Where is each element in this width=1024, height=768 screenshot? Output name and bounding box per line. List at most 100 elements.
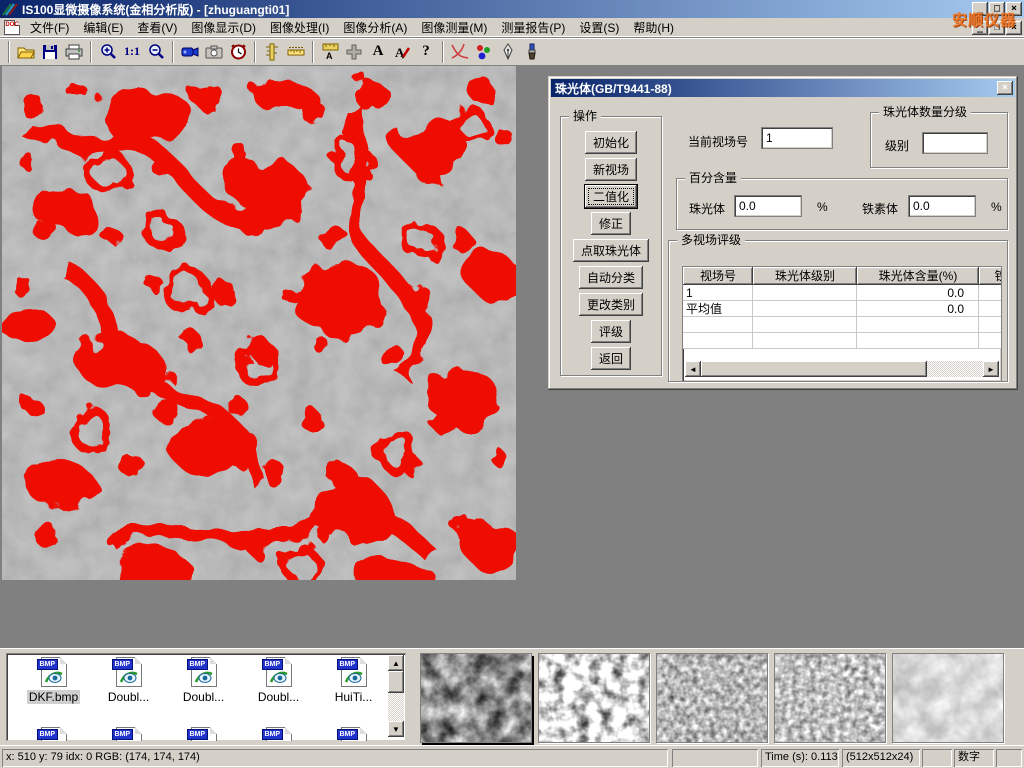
- grid-button[interactable]: [342, 40, 366, 64]
- thumbnail-image[interactable]: [538, 653, 650, 743]
- print-button[interactable]: [62, 40, 86, 64]
- printer-icon: [65, 44, 83, 60]
- rate-button[interactable]: 评级: [591, 320, 631, 343]
- status-empty-3: [996, 749, 1022, 767]
- menu-edit[interactable]: 编辑(E): [76, 17, 130, 38]
- open-file-button[interactable]: [14, 40, 38, 64]
- menu-view[interactable]: 查看(V): [130, 17, 184, 38]
- zoom-in-button[interactable]: [96, 40, 120, 64]
- menu-report[interactable]: 测量报告(P): [494, 17, 572, 38]
- table-row[interactable]: 1 0.0: [683, 285, 1001, 301]
- video-capture-button[interactable]: [178, 40, 202, 64]
- scroll-down-button[interactable]: ▼: [388, 721, 404, 737]
- ferrite-percent-input[interactable]: [909, 196, 975, 216]
- file-vscrollbar[interactable]: ▲ ▼: [388, 655, 404, 737]
- child-minimize-button[interactable]: _: [972, 21, 988, 35]
- vscroll-thumb[interactable]: [388, 671, 404, 693]
- dialog-close-button[interactable]: ×: [997, 81, 1013, 95]
- scroll-right-button[interactable]: ►: [983, 361, 999, 377]
- current-field-input[interactable]: [762, 128, 832, 148]
- help-button[interactable]: ?: [414, 40, 438, 64]
- thumbnail-image[interactable]: [892, 653, 1004, 743]
- file-item[interactable]: BMP Doubl...: [241, 657, 316, 704]
- metallographic-image[interactable]: [2, 66, 516, 580]
- dialog-titlebar[interactable]: 珠光体(GB/T9441-88) ×: [551, 79, 1015, 97]
- new-field-button[interactable]: 新视场: [585, 158, 637, 181]
- hscroll-track[interactable]: [927, 361, 983, 377]
- file-item[interactable]: BMP: [166, 727, 241, 741]
- point-classify-button[interactable]: [472, 40, 496, 64]
- zoom-in-icon: [100, 43, 117, 60]
- measure-text-button[interactable]: A: [318, 40, 342, 64]
- file-item[interactable]: BMP: [91, 727, 166, 741]
- init-button[interactable]: 初始化: [585, 131, 637, 154]
- floppy-icon: [42, 44, 58, 60]
- col-ferrite-content: 铁素体含量(%): [979, 267, 1001, 285]
- binarize-button[interactable]: 二值化: [585, 185, 637, 208]
- close-button[interactable]: ×: [1006, 2, 1022, 16]
- save-button[interactable]: [38, 40, 62, 64]
- bmp-file-icon: BMP: [262, 657, 296, 689]
- menu-file[interactable]: 文件(F): [23, 17, 76, 38]
- status-image-size: (512x512x24): [842, 749, 920, 767]
- menubar: DOC 文件(F) 编辑(E) 查看(V) 图像显示(D) 图像处理(I) 图像…: [0, 18, 1024, 38]
- menu-image-analysis[interactable]: 图像分析(A): [336, 17, 414, 38]
- timer-button[interactable]: [226, 40, 250, 64]
- titlebar: IS100显微摄像系统(金相分析版) - [zhuguangti01] _ □ …: [0, 0, 1024, 18]
- pick-pearlite-button[interactable]: 点取珠光体: [573, 239, 649, 262]
- table-row[interactable]: [683, 317, 1001, 333]
- table-row[interactable]: 平均值 0.0: [683, 301, 1001, 317]
- file-item[interactable]: BMP Doubl...: [166, 657, 241, 704]
- table-hscrollbar[interactable]: ◄ ►: [685, 361, 999, 377]
- file-item[interactable]: BMP DKF.bmp: [16, 657, 91, 704]
- file-item[interactable]: BMP HuiTi...: [316, 657, 391, 704]
- maximize-button[interactable]: □: [989, 2, 1005, 16]
- text-button[interactable]: A: [366, 40, 390, 64]
- bmp-file-icon: BMP: [112, 657, 146, 689]
- col-field-no: 视场号: [683, 267, 753, 285]
- change-class-button[interactable]: 更改类别: [579, 293, 643, 316]
- annotate-button[interactable]: A: [390, 40, 414, 64]
- menu-image-display[interactable]: 图像显示(D): [184, 17, 263, 38]
- zoom-out-button[interactable]: [144, 40, 168, 64]
- table-row[interactable]: [683, 333, 1001, 349]
- document-icon[interactable]: DOC: [4, 20, 20, 35]
- thumbnail-image[interactable]: [774, 653, 886, 743]
- return-button[interactable]: 返回: [591, 347, 631, 370]
- level-label: 级别: [885, 137, 909, 154]
- scroll-up-button[interactable]: ▲: [388, 655, 404, 671]
- actual-size-button[interactable]: 1:1: [120, 40, 144, 64]
- menu-help[interactable]: 帮助(H): [626, 17, 681, 38]
- correct-button[interactable]: 修正: [591, 212, 631, 235]
- caliper-button[interactable]: [260, 40, 284, 64]
- col-pearlite-content: 珠光体含量(%): [857, 267, 979, 285]
- brush-icon: [525, 43, 539, 60]
- statusbar: x: 510 y: 79 idx: 0 RGB: (174, 174, 174)…: [0, 745, 1024, 768]
- brush-tool-button[interactable]: [520, 40, 544, 64]
- camera-icon: [205, 45, 223, 59]
- status-position: x: 510 y: 79 idx: 0 RGB: (174, 174, 174): [2, 749, 668, 767]
- auto-classify-button[interactable]: 自动分类: [579, 266, 643, 289]
- menu-image-measure[interactable]: 图像测量(M): [414, 17, 494, 38]
- file-item[interactable]: BMP: [16, 727, 91, 741]
- file-item[interactable]: BMP: [241, 727, 316, 741]
- menu-image-process[interactable]: 图像处理(I): [263, 17, 336, 38]
- ruler-button[interactable]: [284, 40, 308, 64]
- hscroll-thumb[interactable]: [701, 361, 927, 377]
- scroll-left-button[interactable]: ◄: [685, 361, 701, 377]
- thumbnail-image[interactable]: [420, 653, 532, 743]
- minimize-button[interactable]: _: [972, 2, 988, 16]
- menu-settings[interactable]: 设置(S): [572, 17, 626, 38]
- file-item[interactable]: BMP: [316, 727, 391, 741]
- level-input[interactable]: [923, 133, 987, 153]
- file-item[interactable]: BMP Doubl...: [91, 657, 166, 704]
- snapshot-button[interactable]: [202, 40, 226, 64]
- child-restore-button[interactable]: ❐: [989, 21, 1005, 35]
- pearlite-percent-input[interactable]: [735, 196, 801, 216]
- child-close-button[interactable]: ×: [1006, 21, 1022, 35]
- thumbnail-image[interactable]: [656, 653, 768, 743]
- clock-icon: [230, 43, 247, 60]
- curve-tool-button[interactable]: [448, 40, 472, 64]
- pen-tool-button[interactable]: [496, 40, 520, 64]
- file-name: DKF.bmp: [27, 690, 80, 704]
